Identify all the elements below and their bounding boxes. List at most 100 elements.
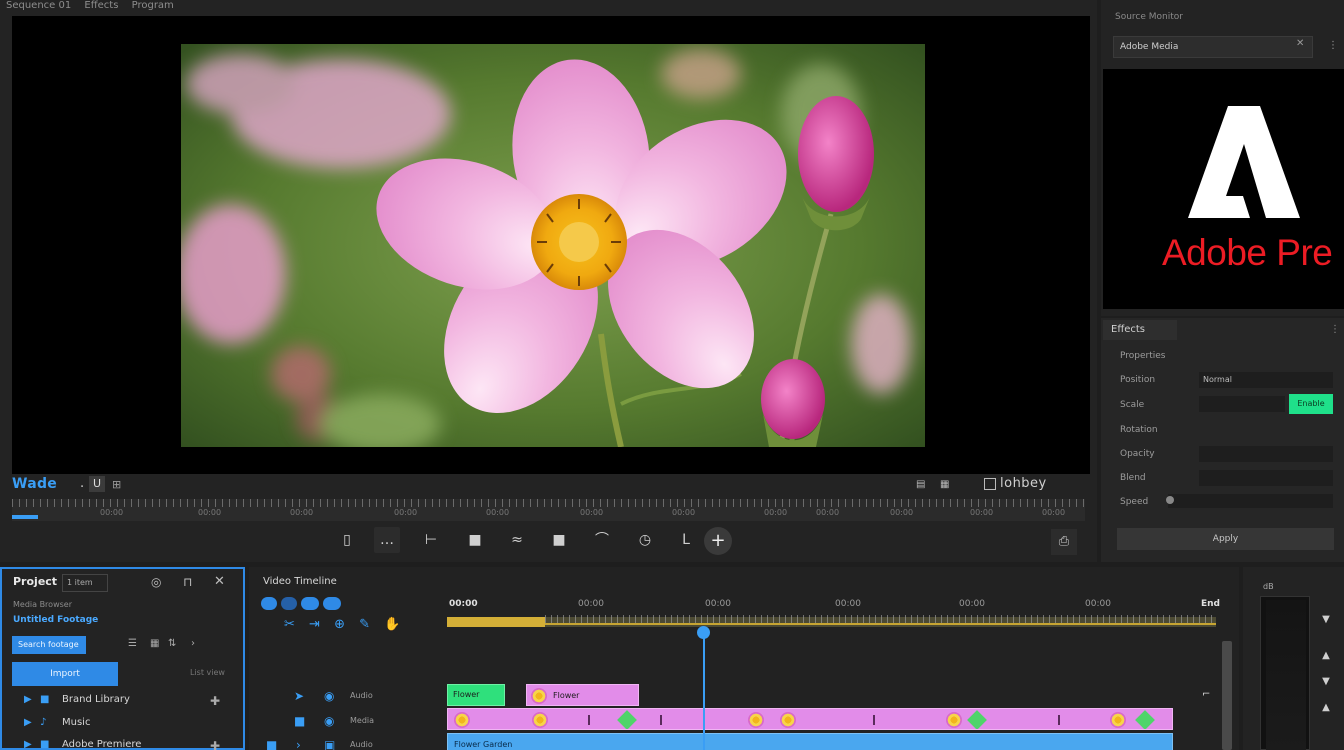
settings-toggle[interactable] (323, 597, 341, 610)
timeline-clip[interactable] (447, 708, 1173, 730)
import-button[interactable]: Import (12, 662, 118, 686)
ripple-icon[interactable]: ⇥ (309, 617, 320, 632)
track-mute-icon[interactable]: ▣ (324, 738, 335, 750)
settings-icon[interactable]: ◎ (151, 575, 161, 589)
meter-down-icon[interactable]: ▼ (1317, 614, 1335, 626)
keyframe-icon[interactable] (967, 710, 987, 729)
fx-label-opacity: Opacity (1120, 449, 1155, 459)
markers-toggle[interactable] (301, 597, 319, 610)
work-area-in[interactable] (447, 617, 545, 627)
export-frame-icon[interactable]: ⎙ (1051, 529, 1077, 555)
position-field[interactable]: Normal (1199, 372, 1333, 388)
monitor-tab-sequence[interactable]: Sequence 01 (6, 0, 71, 11)
track-header-a1[interactable]: ➤ ◉ Audio (250, 686, 446, 708)
logo-text: Adobe Pre (1162, 232, 1333, 273)
blend-field[interactable] (1199, 470, 1333, 486)
track-header-v1[interactable]: ■ ◉ Media (250, 711, 446, 733)
flower-thumbnail-icon (1110, 712, 1126, 728)
view-mode-label[interactable]: List view (190, 668, 225, 677)
timeline-clip[interactable]: Flower (447, 684, 505, 706)
quality-label[interactable]: lohbey (1000, 476, 1047, 491)
expand-icon[interactable]: ▶ (24, 717, 40, 728)
linked-toggle[interactable] (281, 597, 297, 610)
bin-icon[interactable]: ⊓ (183, 575, 192, 589)
play-icon[interactable]: ≈ (504, 527, 530, 553)
meter-up-icon[interactable]: ▲ (1317, 702, 1335, 714)
expand-icon[interactable]: ▶ (24, 694, 40, 705)
mark-in-icon[interactable]: ▯ (334, 527, 360, 553)
lift-icon[interactable]: ◷ (632, 527, 658, 553)
end-marker-icon[interactable]: ⌐ (1202, 689, 1210, 700)
scale-field[interactable] (1199, 396, 1285, 412)
pen-icon[interactable]: ✎ (359, 617, 370, 632)
step-back-icon[interactable]: ■ (462, 527, 488, 553)
hand-icon[interactable]: ✋ (384, 617, 400, 632)
expand-icon[interactable]: ▶ (24, 739, 40, 750)
speed-slider-thumb[interactable] (1166, 496, 1174, 504)
grid-icon[interactable]: ⊞ (112, 478, 121, 491)
speed-slider[interactable] (1168, 494, 1333, 508)
sequence-button[interactable]: U (89, 476, 105, 492)
track-sync-icon[interactable]: ■ (266, 738, 277, 750)
opacity-field[interactable] (1199, 446, 1333, 462)
monitor-tab-effects[interactable]: Effects (84, 0, 118, 11)
quality-checkbox[interactable] (984, 478, 996, 490)
sort-icon[interactable]: ⇅ (168, 638, 176, 649)
add-button[interactable]: + (704, 527, 732, 555)
track-target-icon[interactable]: ➤ (294, 689, 304, 703)
chevron-right-icon[interactable]: › (191, 638, 195, 649)
timeline-title: Video Timeline (263, 576, 337, 587)
list-item[interactable]: ▶ ■ Brand Library (24, 694, 130, 712)
panel-menu-icon[interactable]: ⋮ (1330, 324, 1340, 335)
close-icon[interactable]: ✕ (1296, 38, 1304, 49)
source-select[interactable]: Adobe Media (1113, 36, 1313, 58)
track-lock-icon[interactable]: ■ (294, 714, 305, 728)
go-to-in-icon[interactable]: ⊢ (418, 527, 444, 553)
fx-label-speed: Speed (1120, 497, 1149, 507)
clip-marker (1058, 715, 1060, 725)
close-icon[interactable]: ✕ (214, 574, 225, 589)
keyframe-icon[interactable] (1135, 710, 1155, 729)
icon-view-icon[interactable]: ▦ (150, 638, 159, 649)
razor-icon[interactable]: ✂ (284, 617, 295, 632)
chevron-right-icon[interactable]: › (296, 738, 301, 750)
effects-tab[interactable]: Effects (1103, 320, 1177, 340)
snap-toggle[interactable] (261, 597, 277, 610)
step-forward-icon[interactable]: ■ (546, 527, 572, 553)
extract-icon[interactable]: L (673, 527, 699, 553)
timeline-scrollbar[interactable] (1222, 641, 1232, 750)
add-icon[interactable]: ✚ (210, 694, 220, 708)
project-bin-label[interactable]: Untitled Footage (13, 615, 98, 625)
mark-out-icon[interactable]: … (374, 527, 400, 553)
go-to-out-icon[interactable]: ⌒ (589, 527, 615, 553)
track-eye-icon[interactable]: ◉ (324, 689, 334, 703)
list-item[interactable]: ▶ ♪ Music (24, 717, 90, 735)
enable-toggle-button[interactable]: Enable (1289, 394, 1333, 414)
monitor-tab-program[interactable]: Program (132, 0, 174, 11)
playhead-handle[interactable] (697, 626, 710, 639)
list-item[interactable]: ▶ ■ Adobe Premiere (24, 739, 141, 750)
add-icon[interactable]: ✚ (210, 739, 220, 750)
track-header-a2[interactable]: ■ › ▣ Audio (250, 735, 446, 750)
video-frame-flower[interactable] (181, 44, 925, 447)
monitor-time-ruler[interactable]: 00:00 00:00 00:00 00:00 00:00 00:00 00:0… (12, 499, 1085, 521)
timeline-timecode[interactable]: 00:00 (449, 599, 478, 609)
playhead-line[interactable] (703, 630, 705, 750)
track-eye-icon[interactable]: ◉ (324, 714, 334, 728)
resolution-icon[interactable]: ▦ (940, 479, 949, 490)
meter-up-icon[interactable]: ▲ (1317, 650, 1335, 662)
monitor-tab-bar: Sequence 01 Effects Program (6, 0, 184, 14)
keyframe-icon[interactable] (617, 710, 637, 729)
fx-label-rotation: Rotation (1120, 425, 1158, 435)
timeline-clip[interactable]: Flower Garden (447, 733, 1173, 750)
apply-button[interactable]: Apply (1117, 528, 1334, 550)
monitor-playhead-indicator[interactable] (12, 515, 38, 519)
project-search-input[interactable]: Search footage (12, 636, 86, 654)
slip-icon[interactable]: ⊕ (334, 617, 345, 632)
meter-down-icon[interactable]: ▼ (1317, 676, 1335, 688)
more-icon[interactable]: ⋮ (1328, 40, 1338, 51)
fit-icon[interactable]: ▤ (916, 479, 925, 490)
list-icon[interactable]: ☰ (128, 638, 137, 649)
timeline-clip[interactable]: Flower (526, 684, 639, 706)
source-tab[interactable]: Source Monitor (1115, 12, 1183, 22)
